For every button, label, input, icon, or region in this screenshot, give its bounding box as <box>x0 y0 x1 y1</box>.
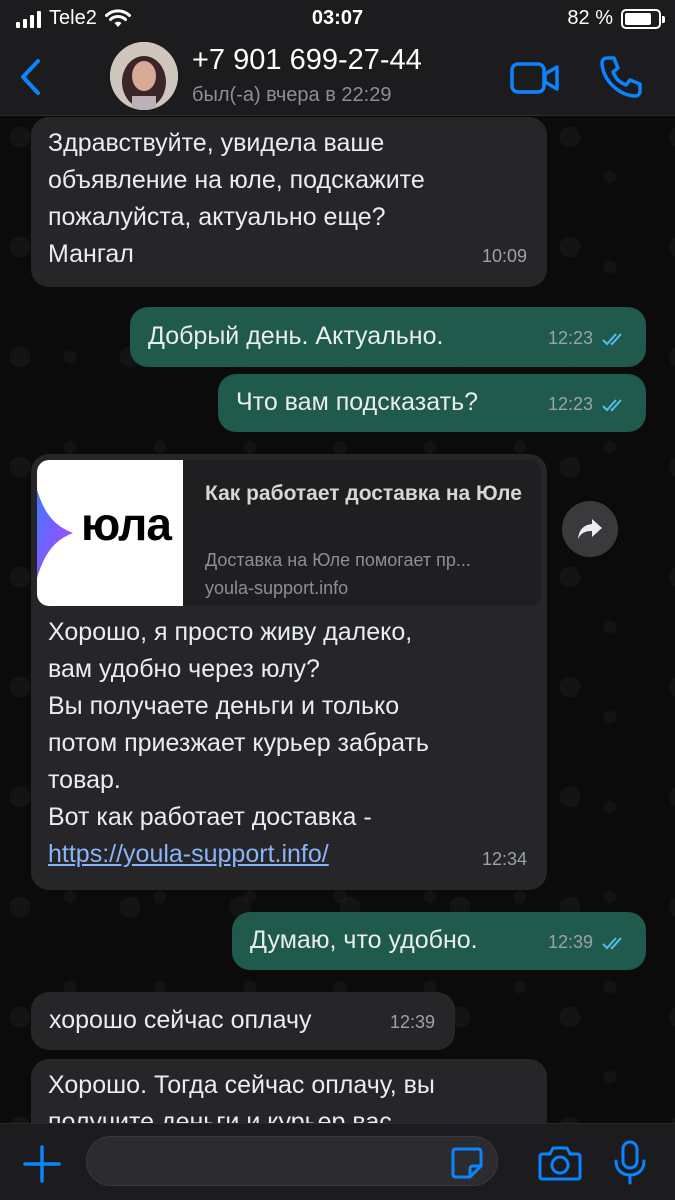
contact-name[interactable]: +7 901 699-27-44 <box>192 44 422 77</box>
message-input[interactable] <box>86 1136 498 1186</box>
message-time: 12:39 <box>389 1012 435 1032</box>
video-call-icon <box>510 62 559 94</box>
link-preview-logo-text: юла <box>81 498 172 550</box>
chat-header: +7 901 699-27-44 был(-а) вчера в 22:29 <box>0 38 675 116</box>
message-text: Хорошо. Тогда сейчас оплачу, вы получите… <box>48 1071 435 1123</box>
microphone-icon <box>614 1140 646 1185</box>
forward-button[interactable] <box>562 501 618 557</box>
camera-button[interactable] <box>538 1144 582 1182</box>
chat-messages[interactable]: Здравствуйте, увидела ваше объявление на… <box>0 117 675 1123</box>
message-body: Хорошо, я просто живу далеко, вам удобно… <box>48 614 538 873</box>
sticker-icon <box>451 1147 483 1179</box>
message-text: хорошо сейчас оплачу <box>49 1006 312 1034</box>
message-incoming[interactable]: Хорошо. Тогда сейчас оплачу, вы получите… <box>31 1059 547 1123</box>
link-preview-image: юла <box>37 460 183 606</box>
microphone-button[interactable] <box>612 1140 648 1186</box>
last-seen-status: был(-а) вчера в 22:29 <box>192 84 392 106</box>
message-time-row: 12:23 <box>548 320 628 357</box>
video-call-button[interactable] <box>510 58 560 98</box>
back-chevron-icon <box>21 59 40 95</box>
message-time-row: 12:39 <box>548 924 628 961</box>
message-incoming[interactable]: Здравствуйте, увидела ваше объявление на… <box>31 117 547 287</box>
read-receipt-icon <box>602 937 622 950</box>
message-time: 12:34 <box>481 849 527 869</box>
plus-icon <box>23 1145 61 1183</box>
message-text: Хорошо, я просто живу далеко, вам удобно… <box>48 618 429 831</box>
link-preview-domain: youla-support.info <box>205 578 349 598</box>
avatar-photo <box>110 42 178 110</box>
link-preview-card[interactable]: юла Как работает доставка на Юле Доставк… <box>37 460 541 606</box>
message-time-row: 12:23 <box>548 386 628 423</box>
message-time: 12:39 <box>547 932 593 952</box>
back-button[interactable] <box>10 52 50 102</box>
battery-percent: 82 % <box>567 7 613 29</box>
message-input-bar <box>0 1123 675 1200</box>
avatar[interactable] <box>110 42 178 110</box>
sticker-button[interactable] <box>450 1146 484 1180</box>
forward-arrow-icon <box>578 519 602 539</box>
message-outgoing[interactable]: Думаю, что удобно. 12:39 <box>232 912 646 970</box>
message-incoming[interactable]: хорошо сейчас оплачу 12:39 <box>31 992 455 1050</box>
message-incoming[interactable]: юла Как работает доставка на Юле Доставк… <box>31 454 547 890</box>
phone-icon <box>600 56 642 98</box>
link-preview-title: Как работает доставка на Юле <box>205 482 522 505</box>
message-time: 12:23 <box>547 394 593 414</box>
message-time: 10:09 <box>481 246 527 266</box>
read-receipt-icon <box>602 333 622 346</box>
attach-button[interactable] <box>20 1142 64 1186</box>
read-receipt-icon <box>602 399 622 412</box>
message-outgoing[interactable]: Что вам подсказать? 12:23 <box>218 374 646 432</box>
message-time: 12:23 <box>547 328 593 348</box>
message-link[interactable]: https://youla-support.info/ <box>48 840 329 868</box>
camera-icon <box>538 1146 582 1181</box>
battery-level <box>625 12 652 25</box>
message-text: Здравствуйте, увидела ваше объявление на… <box>48 129 425 268</box>
status-bar: Tele2 03:07 82 % <box>0 0 675 38</box>
voice-call-button[interactable] <box>598 54 644 100</box>
battery-icon <box>621 8 665 29</box>
message-outgoing[interactable]: Добрый день. Актуально. 12:23 <box>130 307 646 367</box>
